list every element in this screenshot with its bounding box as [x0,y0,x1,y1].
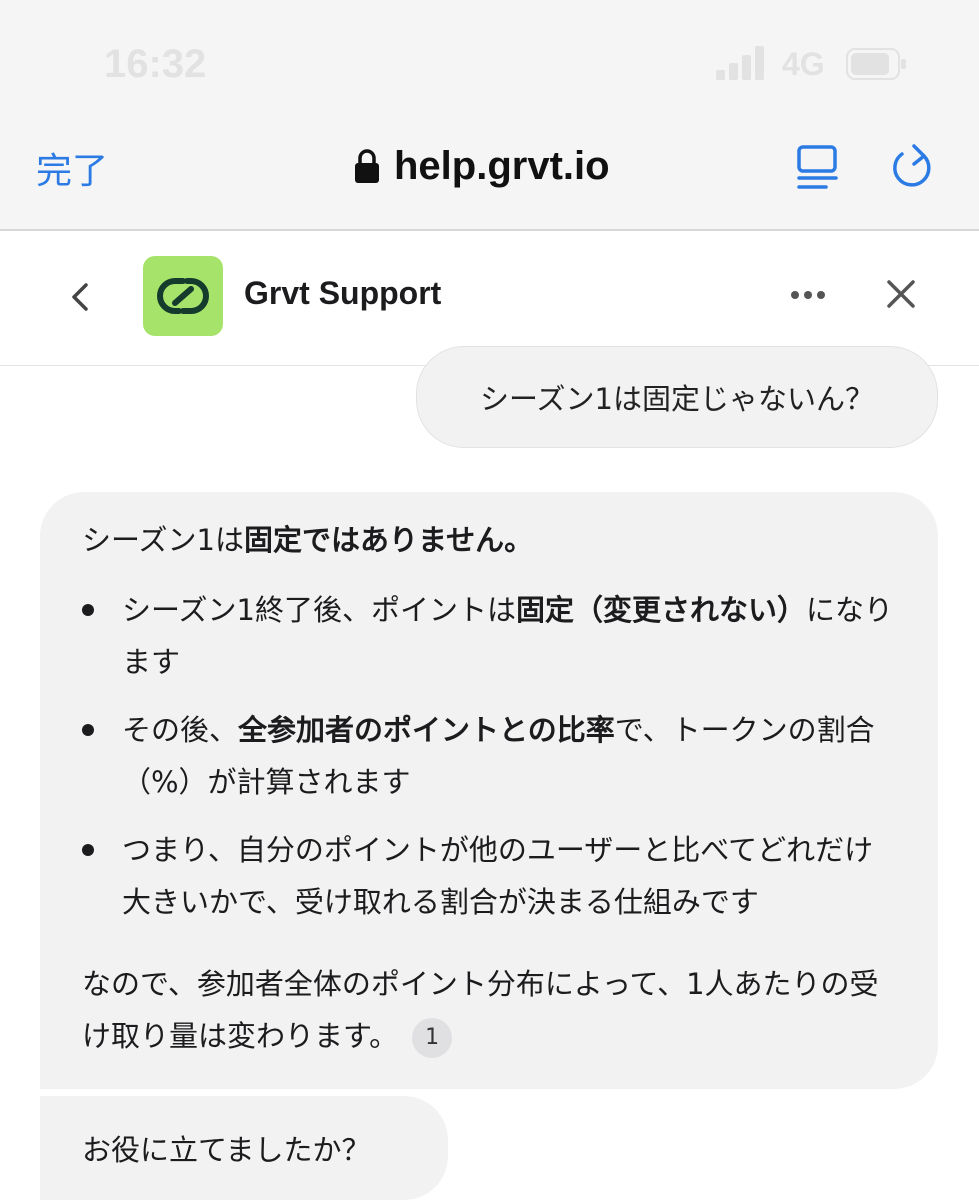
bot-followup-message: お役に立てましたか？ [40,1096,448,1200]
url-bar[interactable]: help.grvt.io [354,138,610,194]
bot-summary: なので、参加者全体のポイント分布によって、1人あたりの受け取り量は変わります。 1 [82,958,902,1062]
bullet-dot [82,844,94,856]
browser-toolbar: 16:32 4G 完了 help.grvt.io [0,0,979,231]
bot-summary-text: なので、参加者全体のポイント分布によって、1人あたりの受け取り量は変わります。 [82,967,879,1053]
close-icon[interactable] [886,279,916,309]
reader-mode-icon[interactable] [796,144,840,190]
bot-followup-text: お役に立てましたか？ [82,1133,371,1167]
bullet-text: その後、 [122,713,239,747]
bullet-dot [82,724,94,736]
bullet-dot [82,604,94,616]
logo-mark-icon [157,278,209,314]
grvt-logo [143,256,223,336]
signal-icon [716,46,764,80]
citation-badge[interactable]: 1 [412,1018,453,1058]
network-label: 4G [782,46,825,82]
bullet-list: シーズン1終了後、ポイントは固定（変更されない）になります その後、全参加者のポ… [82,584,896,944]
status-time: 16:32 [104,42,207,86]
bot-intro-bold: 固定ではありません。 [244,523,534,557]
bullet-bold: 固定（変更されない） [516,593,807,627]
list-item: つまり、自分のポイントが他のユーザーと比べてどれだけ大きいかで、受け取れる割合が… [82,824,896,928]
chevron-left-icon[interactable] [68,281,92,313]
bullet-bold: 全参加者のポイントとの比率 [238,713,615,747]
done-button[interactable]: 完了 [36,142,108,194]
battery-icon [846,48,906,80]
list-item: シーズン1終了後、ポイントは固定（変更されない）になります [82,584,896,688]
user-message: シーズン1は固定じゃないん？ [416,346,938,448]
bullet-text: シーズン1終了後、ポイントは [122,593,517,627]
bot-message: シーズン1は固定ではありません。 シーズン1終了後、ポイントは固定（変更されない… [40,492,938,1089]
bullet-text: つまり、自分のポイントが他のユーザーと比べてどれだけ大きいかで、受け取れる割合が… [122,833,874,919]
bot-intro-text: シーズン1は [82,523,245,557]
reload-icon[interactable] [890,142,936,190]
url-text: help.grvt.io [394,143,610,188]
user-message-text: シーズン1は固定じゃないん？ [479,382,874,416]
lock-icon [355,149,379,183]
list-item: その後、全参加者のポイントとの比率で、トークンの割合（%）が計算されます [82,704,896,808]
more-options-icon[interactable] [790,289,826,301]
chat-title: Grvt Support [244,275,442,311]
bot-intro: シーズン1は固定ではありません。 [82,514,533,566]
